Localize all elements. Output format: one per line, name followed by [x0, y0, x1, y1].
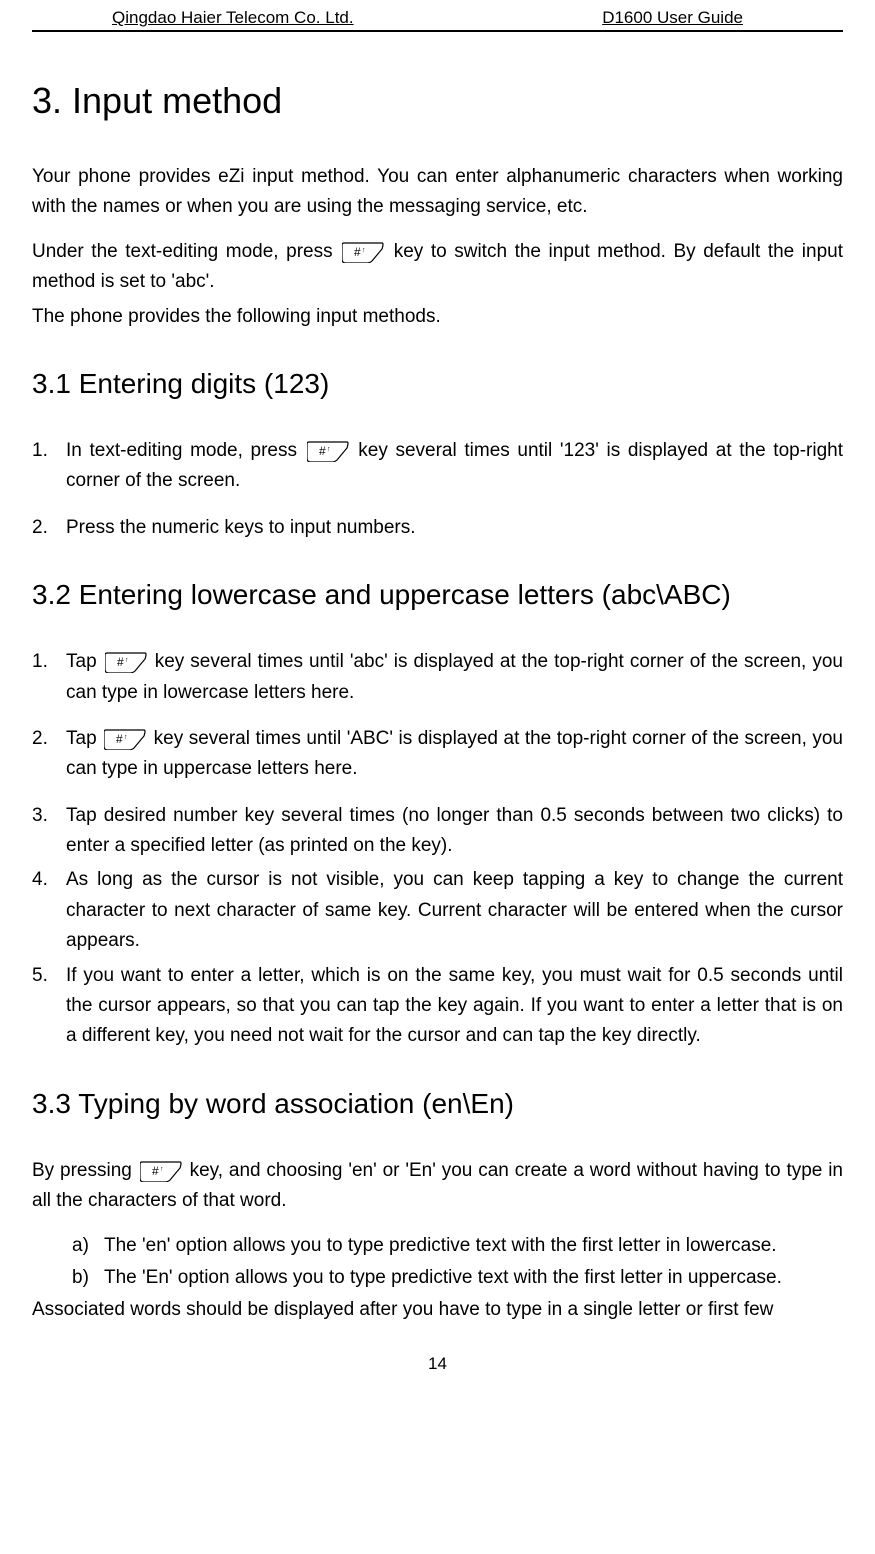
list-item: Tap key several times until 'abc' is dis…: [32, 647, 843, 708]
header-guide: D1600 User Guide: [602, 8, 743, 28]
item-text-a: Tap: [66, 651, 103, 672]
intro-paragraph-1: Your phone provides eZi input method. Yo…: [32, 162, 843, 223]
p1-text-a: By pressing: [32, 1160, 138, 1181]
page-header: Qingdao Haier Telecom Co. Ltd. D1600 Use…: [32, 8, 843, 32]
header-company: Qingdao Haier Telecom Co. Ltd.: [112, 8, 354, 28]
section-3-1-heading: 3.1 Entering digits (123): [32, 368, 843, 400]
section-3-3-paragraph-2: Associated words should be displayed aft…: [32, 1295, 843, 1325]
intro-paragraph-3: The phone provides the following input m…: [32, 302, 843, 332]
hash-key-icon: [307, 440, 349, 462]
section-3-3-paragraph-1: By pressing key, and choosing 'en' or 'E…: [32, 1156, 843, 1217]
list-item: Tap key several times until 'ABC' is dis…: [32, 724, 843, 785]
hash-key-icon: [342, 241, 384, 263]
list-item: The 'En' option allows you to type predi…: [32, 1263, 843, 1293]
list-item: If you want to enter a letter, which is …: [32, 961, 843, 1052]
list-item: Tap desired number key several times (no…: [32, 801, 843, 862]
list-item: In text-editing mode, press key several …: [32, 436, 843, 497]
list-item: Press the numeric keys to input numbers.: [32, 513, 843, 543]
section-3-3-sublist: The 'en' option allows you to type predi…: [32, 1231, 843, 1294]
section-3-1-list: In text-editing mode, press key several …: [32, 436, 843, 543]
hash-key-icon: [104, 728, 146, 750]
page-number: 14: [32, 1354, 843, 1374]
section-3-2-list: Tap key several times until 'abc' is dis…: [32, 647, 843, 1052]
list-item: As long as the cursor is not visible, yo…: [32, 865, 843, 956]
item-text-a: In text-editing mode, press: [66, 440, 305, 461]
chapter-title: 3. Input method: [32, 80, 843, 122]
item-text-a: Tap: [66, 728, 102, 749]
section-3-3-heading: 3.3 Typing by word association (en\En): [32, 1088, 843, 1120]
intro-p2-text-a: Under the text-editing mode, press: [32, 241, 340, 262]
hash-key-icon: [105, 651, 147, 673]
hash-key-icon: [140, 1160, 182, 1182]
section-3-2-heading: 3.2 Entering lowercase and uppercase let…: [32, 579, 843, 611]
item-text-b: key several times until 'abc' is display…: [66, 651, 843, 702]
intro-paragraph-2: Under the text-editing mode, press key t…: [32, 237, 843, 298]
item-text-b: key several times until 'ABC' is display…: [66, 728, 843, 779]
list-item: The 'en' option allows you to type predi…: [32, 1231, 843, 1261]
